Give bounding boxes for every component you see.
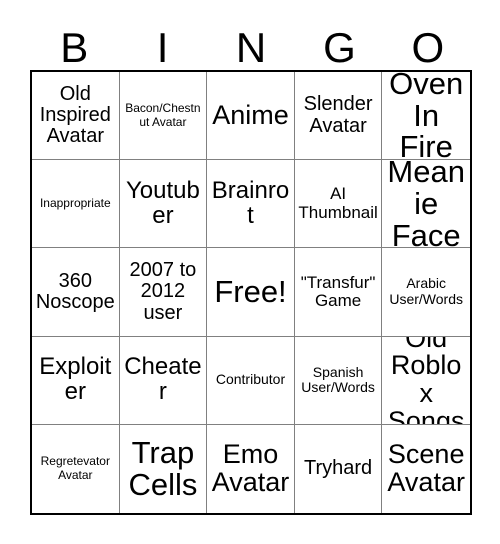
bingo-square-label: AI Thumbnail — [298, 184, 378, 222]
bingo-square-label: Brainrot — [211, 176, 290, 229]
bingo-square-label: Emo Avatar — [211, 439, 290, 497]
bingo-square[interactable]: 2007 to 2012 user — [119, 248, 208, 337]
bingo-square[interactable]: Anime — [207, 72, 295, 161]
bingo-square[interactable]: Arabic User/Words — [382, 248, 470, 337]
bingo-square[interactable]: Exploiter — [32, 336, 120, 425]
bingo-square-label: Tryhard — [304, 457, 373, 480]
bingo-square-label: Trap Cells — [128, 435, 198, 502]
bingo-square[interactable]: Spanish User/Words — [294, 336, 383, 425]
bingo-square-label: Meanie Face — [387, 160, 465, 249]
bingo-square[interactable]: Slender Avatar — [294, 72, 383, 161]
bingo-square[interactable]: "Transfur" Game — [294, 248, 383, 337]
bingo-square[interactable]: Contributor — [207, 336, 295, 425]
bingo-square[interactable]: Scene Avatar — [382, 424, 470, 513]
bingo-square-label: Spanish User/Words — [301, 363, 375, 396]
bingo-square[interactable]: Trap Cells — [119, 424, 208, 513]
bingo-square[interactable]: Youtuber — [119, 160, 208, 249]
bingo-square-label: Old Roblox Songs — [387, 336, 465, 425]
bingo-header-letter-o: O — [411, 24, 445, 71]
bingo-square[interactable]: Old Roblox Songs — [382, 336, 470, 425]
bingo-square-label: Scene Avatar — [387, 439, 465, 497]
bingo-square-label: Contributor — [215, 371, 286, 388]
bingo-square[interactable]: Emo Avatar — [207, 424, 295, 513]
bingo-header-letter-g: G — [323, 24, 356, 71]
bingo-square[interactable]: Tryhard — [294, 424, 383, 513]
bingo-square-label: Anime — [212, 99, 289, 130]
bingo-free-space[interactable]: Free! — [207, 248, 295, 337]
bingo-square[interactable]: Brainrot — [207, 160, 295, 249]
bingo-square-label: Arabic User/Words — [389, 275, 464, 307]
bingo-square-label: Regretevator Avatar — [40, 454, 110, 482]
bingo-square-label: Inappropriate — [39, 195, 111, 210]
bingo-header-row: B I N G O — [30, 14, 472, 70]
bingo-square-label: Old Inspired Avatar — [39, 82, 111, 148]
bingo-square-label: Cheater — [124, 353, 202, 406]
bingo-square[interactable]: Meanie Face — [382, 160, 470, 249]
bingo-grid: Old Inspired Avatar Bacon/Chestnut Avatar… — [30, 70, 472, 515]
bingo-square-label: Free! — [214, 274, 287, 310]
bingo-square-label: 2007 to 2012 user — [129, 259, 197, 324]
bingo-header-letter-i: I — [156, 24, 169, 71]
bingo-card: B I N G O Old Inspired Avatar Bacon/Chest… — [0, 0, 500, 544]
bingo-square[interactable]: Oven In Fire — [382, 72, 470, 161]
bingo-square[interactable]: AI Thumbnail — [294, 160, 383, 249]
bingo-square-label: Exploiter — [39, 353, 112, 406]
bingo-square-label: "Transfur" Game — [300, 272, 376, 310]
bingo-header-letter-n: N — [235, 24, 267, 71]
bingo-square[interactable]: Regretevator Avatar — [32, 424, 120, 513]
bingo-square[interactable]: Inappropriate — [32, 160, 120, 249]
bingo-square[interactable]: Old Inspired Avatar — [32, 72, 120, 161]
bingo-header-letter-b: B — [60, 24, 89, 71]
bingo-square-label: 360 Noscope — [35, 269, 115, 313]
bingo-square-label: Bacon/Chestnut Avatar — [125, 100, 201, 129]
bingo-square[interactable]: Bacon/Chestnut Avatar — [119, 72, 208, 161]
bingo-square[interactable]: 360 Noscope — [32, 248, 120, 337]
bingo-square-label: Oven In Fire — [389, 72, 464, 161]
bingo-square[interactable]: Cheater — [119, 336, 208, 425]
bingo-square-label: Youtuber — [125, 176, 200, 229]
bingo-square-label: Slender Avatar — [303, 93, 373, 137]
